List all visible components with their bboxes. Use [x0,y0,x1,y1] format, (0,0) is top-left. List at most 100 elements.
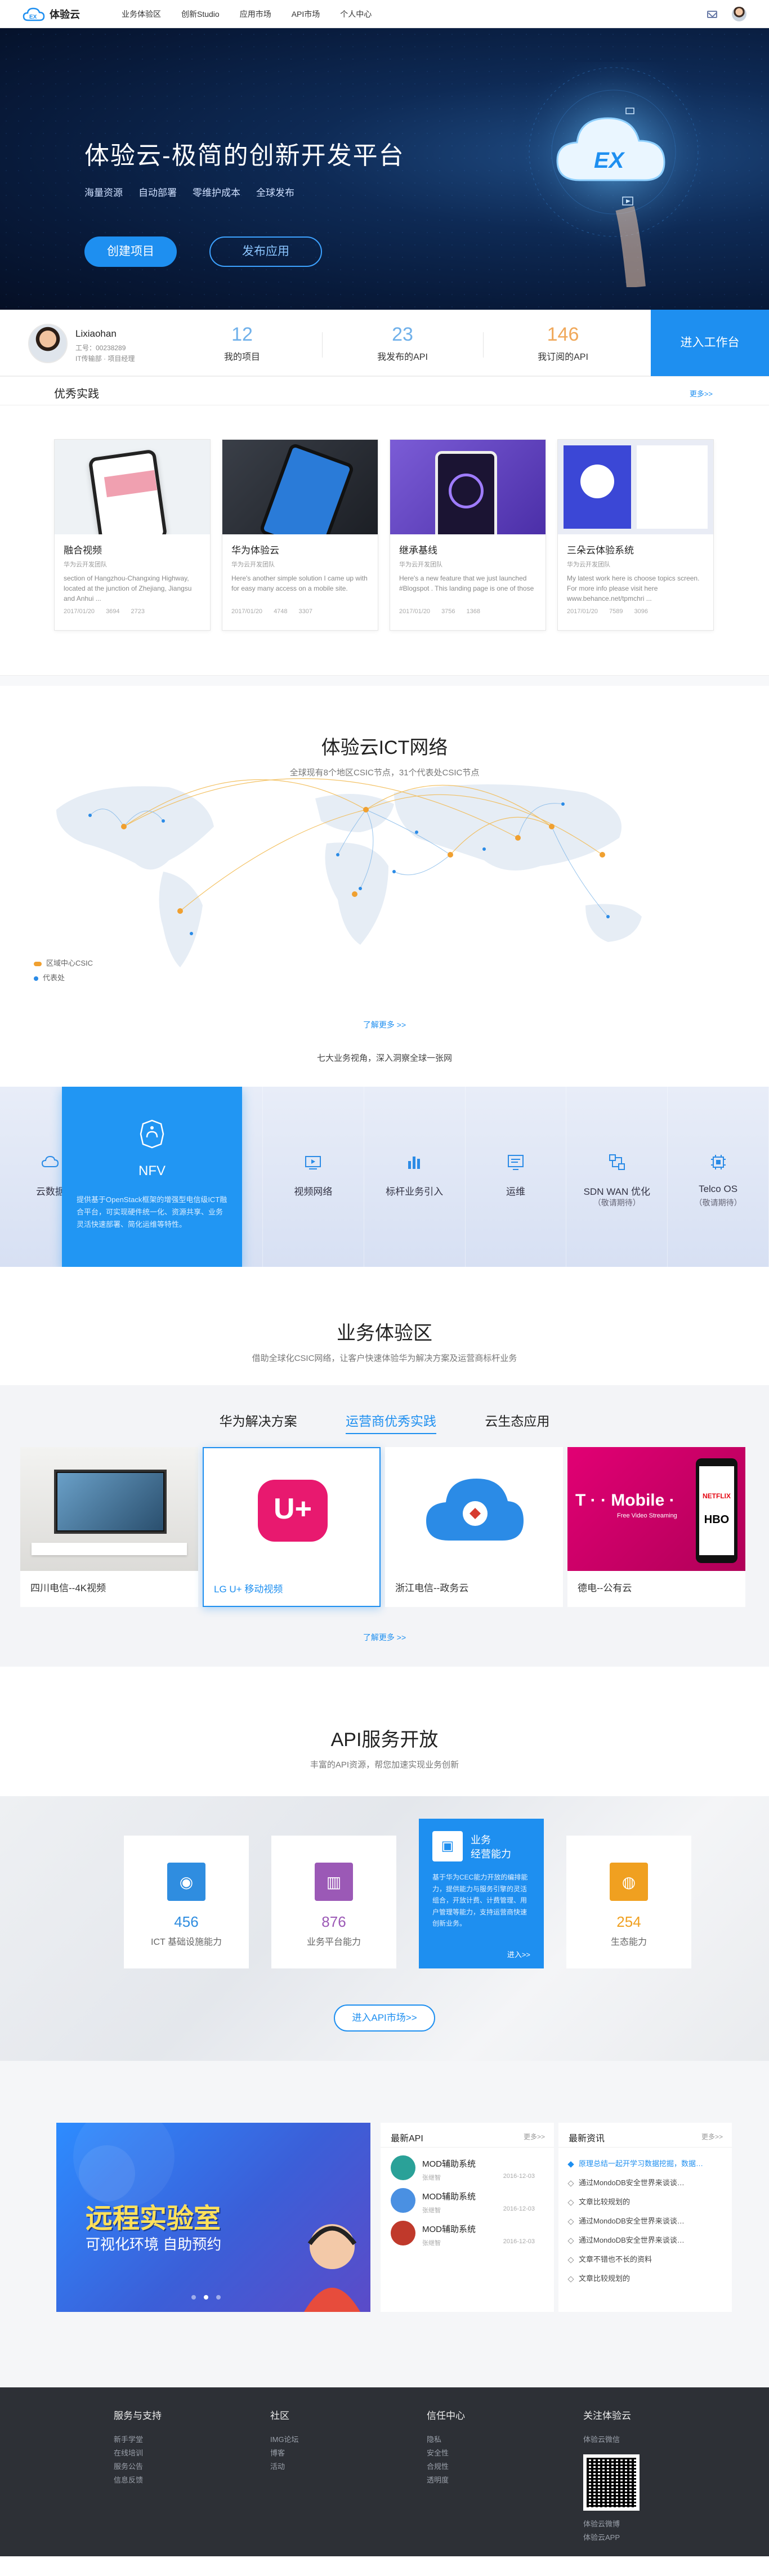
card-desc: Here's a new feature that we just launch… [399,574,534,592]
news-item[interactable]: 通过MondoDB安全世界来谈谈… [558,2212,732,2231]
menu-item-personal[interactable]: 个人中心 [330,0,382,28]
menu-item-biz[interactable]: 业务体验区 [111,0,171,28]
footer-link[interactable]: IMG论坛 [270,2433,299,2446]
service-nfv-active[interactable]: NFV 提供基于OpenStack框架的增强型电信级ICT融合平台，可实现硬件统… [62,1087,242,1267]
footer-link[interactable]: 信息反馈 [114,2474,162,2487]
card-image: U+ [204,1448,379,1572]
hbo-logo: HBO [704,1514,730,1526]
card-likes: 1368 [466,608,481,615]
news-item[interactable]: 通过MondoDB安全世界来谈谈… [558,2231,732,2250]
practice-card[interactable]: 继承基线 华为云开发团队 Here's a new feature that w… [390,439,546,631]
logo[interactable]: EX 体验云 [23,6,80,23]
footer-link[interactable]: 体验云APP [583,2531,640,2544]
api-card-platform[interactable]: ▥ 876 业务平台能力 [271,1836,396,1968]
biz-more-link[interactable]: 了解更多 >> [0,1632,769,1643]
biz-card[interactable]: 四川电信--4K视频 [20,1447,198,1607]
service-ops[interactable]: 运维 [466,1087,567,1267]
api-section: API服务开放 丰富的API资源，帮您加速实现业务创新 ◉ 456 ICT 基础… [0,1667,769,2061]
api-card-ecosystem[interactable]: ◍ 254 生态能力 [566,1836,691,1968]
api-avatar [391,2155,415,2180]
api-card-ict[interactable]: ◉ 456 ICT 基础设施能力 [124,1836,249,1968]
tmobile-logo: T · · Mobile · [575,1491,675,1510]
card-author: 华为云开发团队 [567,561,610,568]
api-row[interactable]: MOD辅助系统 张继智 2016-12-03 [381,2213,554,2247]
tab-operator-practice[interactable]: 运营商优秀实践 [346,1410,436,1434]
nfv-icon [140,1119,164,1149]
card-footer: 2017/01/20 3756 1368 [399,608,536,615]
practice-card[interactable]: 三朵云体验系统 华为云开发团队 My latest work here is c… [557,439,714,631]
section-title: API服务开放 [330,1729,439,1751]
tab-cloud-ecosystem[interactable]: 云生态应用 [485,1410,549,1433]
api-label: 业务平台能力 [306,1937,361,1947]
footer-link[interactable]: 在线培训 [114,2446,162,2460]
footer-link[interactable]: 合规性 [427,2460,465,2474]
api-row[interactable]: MOD辅助系统 张继智 2016-12-03 [381,2148,554,2181]
biz-card[interactable]: 浙江电信--政务云 [385,1447,563,1607]
news-item[interactable]: 通过MondoDB安全世界来谈谈… [558,2173,732,2193]
briefcase-icon: ▣ [432,1831,463,1861]
mail-icon[interactable] [707,10,717,18]
stat-published-api[interactable]: 23 我发布的API [352,324,453,363]
menu-item-studio[interactable]: 创新Studio [171,0,230,28]
tab-huawei-solutions[interactable]: 华为解决方案 [220,1410,297,1433]
service-telco-os[interactable]: Telco OS （敬请期待） [668,1087,769,1267]
user-avatar[interactable] [28,324,68,363]
service-benchmark[interactable]: 标杆业务引入 [364,1087,466,1267]
card-title: 三朵云体验系统 [567,545,634,556]
practice-card[interactable]: 融合视频 华为云开发团队 section of Hangzhou-Changxi… [54,439,211,631]
news-item[interactable]: 原理总结一起开学习数据挖掘，数据… [558,2154,732,2173]
service-label: 标杆业务引入 [386,1186,444,1197]
news-item[interactable]: 文章不错也不长的资料 [558,2250,732,2269]
footer-link[interactable]: 安全性 [427,2446,465,2460]
bar-chart-icon [408,1157,421,1169]
card-image [55,440,210,534]
biz-card[interactable]: T · · Mobile · Free Video Streaming NETF… [567,1447,745,1607]
chip-icon [710,1155,726,1169]
footer-link[interactable]: 体验云微博 [583,2517,640,2531]
api-row[interactable]: MOD辅助系统 张继智 2016-12-03 [381,2180,554,2214]
card-author: 华为云开发团队 [64,561,107,568]
card-likes: 3307 [298,608,313,615]
news-item[interactable]: 文章比较规划的 [558,2193,732,2212]
card-views: 3756 [441,608,455,615]
enter-link[interactable]: 进入>> [507,1949,530,1959]
create-project-button[interactable]: 创建项目 [84,236,177,267]
carousel-dot[interactable] [191,2295,196,2300]
api-card-business[interactable]: ▣ 业务 经营能力 基于华为CEC能力开放的编排能力，提供能力与服务引擎的灵活组… [419,1819,544,1968]
carousel-dot[interactable] [204,2295,208,2300]
biz-card-active[interactable]: U+ LG U+ 移动视频 [203,1447,381,1607]
carousel-dot[interactable] [216,2295,221,2300]
footer-link[interactable]: 活动 [270,2460,299,2474]
menu-item-api-market[interactable]: API市场 [281,0,330,28]
publish-app-button[interactable]: 发布应用 [209,236,322,267]
footer-link[interactable]: 服务公告 [114,2460,162,2474]
card-likes: 2723 [131,608,145,615]
stat-projects[interactable]: 12 我的项目 [191,324,293,363]
practice-card[interactable]: 华为体验云 华为云开发团队 Here's another simple solu… [222,439,378,631]
avatar[interactable] [732,7,746,21]
card-image: T · · Mobile · Free Video Streaming NETF… [567,1447,745,1571]
menu-item-app-market[interactable]: 应用市场 [230,0,281,28]
service-sdn-wan[interactable]: SDN WAN 优化 （敬请期待） [566,1087,668,1267]
footer-link[interactable]: 隐私 [427,2433,465,2446]
business-zone: 业务体验区 借助全球化CSIC网络，让客户快速体验华为解决方案及运营商标杆业务 … [0,1267,769,1667]
footer-link[interactable]: 体验云微信 [583,2433,640,2446]
more-link[interactable]: 更多>> [701,2132,723,2141]
news-item[interactable]: 文章比较规划的 [558,2269,732,2288]
qr-code-icon [583,2454,640,2511]
enter-api-market-button[interactable]: 进入API市场>> [334,2004,435,2032]
hero-graphic: EX [507,62,721,287]
card-image [390,440,546,534]
more-link[interactable]: 更多>> [690,388,713,399]
footer-col-support: 服务与支持 新手学堂 在线培训 服务公告 信息反馈 [114,2408,162,2487]
footer-link[interactable]: 博客 [270,2446,299,2460]
ict-more-link[interactable]: 了解更多 >> [0,1019,769,1030]
stat-subscribed-api[interactable]: 146 我订阅的API [512,324,614,363]
footer-link[interactable]: 透明度 [427,2474,465,2487]
enter-workbench-button[interactable]: 进入工作台 [651,310,769,376]
card-image [385,1447,563,1571]
service-video-network[interactable]: 视频网络 [263,1087,364,1267]
footer-link[interactable]: 新手学堂 [114,2433,162,2446]
more-link[interactable]: 更多>> [524,2132,545,2141]
remote-lab-banner[interactable]: 远程实验室 可视化环境 自助预约 [56,2123,370,2312]
